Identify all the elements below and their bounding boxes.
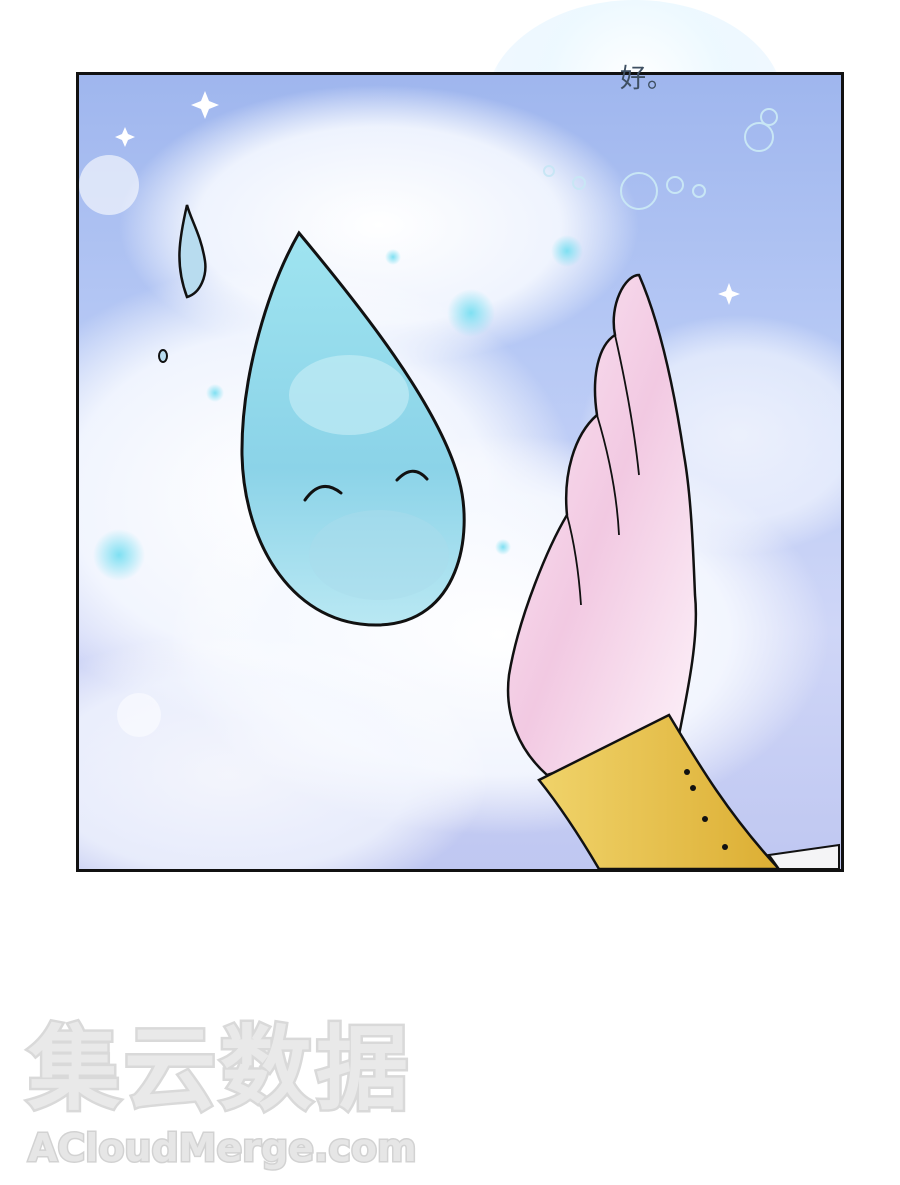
watermark-latin: ACloudMerge.com	[27, 1125, 419, 1172]
speech-text: 好。	[620, 64, 675, 94]
comic-page: 好。 集云数据 ACloudMerge.com	[0, 0, 900, 1185]
watermark-chinese: 集云数据	[26, 1015, 413, 1124]
watermark: 集云数据 ACloudMerge.com	[26, 1015, 458, 1172]
tiny-drop	[158, 349, 168, 363]
comic-panel	[76, 72, 844, 872]
clouds	[79, 85, 841, 869]
panel-illustration	[79, 85, 841, 869]
